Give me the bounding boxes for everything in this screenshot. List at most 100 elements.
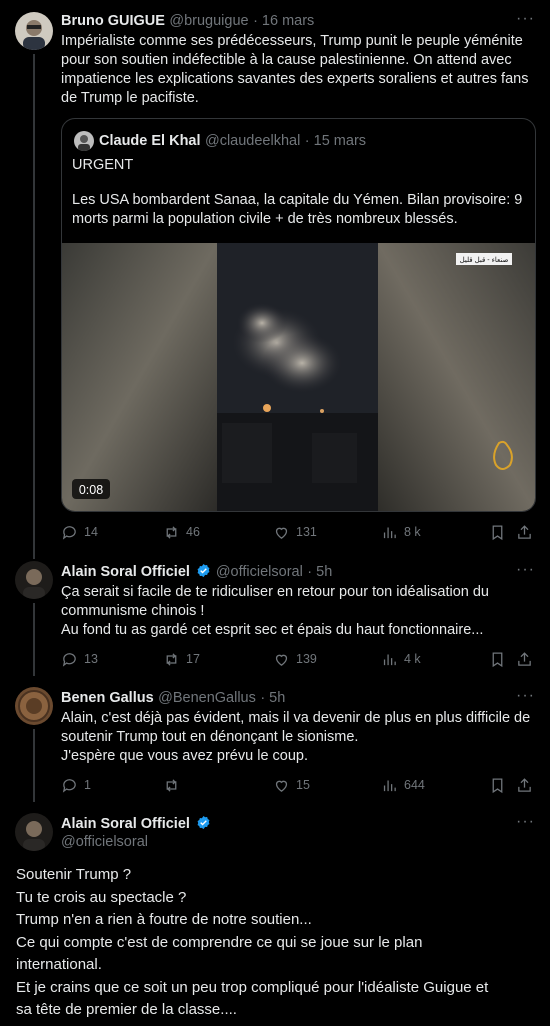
text-line: Alain, c'est déjà pas évident, mais il v… [61,710,531,726]
reply-button[interactable]: 14 [61,522,98,542]
text-line: Trump n'en a rien à foutre de notre sout… [16,911,312,928]
views-count: 4 k [404,652,421,666]
quote-text: Les USA bombardent Sanaa, la capitale du… [72,191,527,229]
post-time[interactable]: · 5h [307,564,332,580]
share-button[interactable] [516,522,533,542]
post-actions: 14 46 131 8 k [61,522,541,542]
post-actions: 13 17 139 4 k [61,649,541,669]
bookmark-icon [492,524,503,540]
text-line: Ce qui compte c'est de comprendre ce qui… [16,933,423,951]
like-button[interactable]: 131 [273,522,317,542]
reply-icon [62,652,76,667]
avatar-soral[interactable] [15,813,53,851]
author-name[interactable]: Alain Soral Officiel [61,564,190,580]
like-icon [275,527,288,539]
author-handle[interactable]: @BenenGallus [158,690,256,706]
text-line: impatience les explications savantes des… [61,71,529,87]
share-icon [518,524,531,539]
quoted-post[interactable]: Claude El Khal @claudeelkhal · 15 mars U… [61,118,536,512]
quote-header: Claude El Khal @claudeelkhal · 15 mars [99,132,366,150]
views-button[interactable]: 8 k [381,522,421,542]
more-horizontal-icon[interactable]: ··· [516,10,535,28]
text-line: Au fond tu as gardé cet esprit sec et ép… [61,622,484,638]
video-location-tag: صنعاء - قبل قليل [460,256,509,264]
post-text: Impérialiste comme ses prédécesseurs, Tr… [61,32,541,108]
repost-count: 46 [186,525,200,539]
avatar-bruno[interactable] [15,12,53,50]
avatar-soral[interactable] [15,561,53,599]
quote-time: · 15 mars [304,133,367,149]
author-handle[interactable]: @officielsoral [216,564,303,580]
bookmark-button[interactable] [489,649,506,669]
repost-button[interactable]: 17 [163,649,200,669]
post-header: Alain Soral Officiel @officielsoral · 5h [61,563,332,581]
more-horizontal-icon[interactable]: ··· [516,561,535,579]
like-count: 139 [296,652,317,666]
repost-icon [166,525,177,539]
text-line: Les USA bombardent Sanaa, la capitale du… [72,192,523,208]
post-time[interactable]: · 5h [260,690,285,706]
bookmark-button[interactable] [489,522,506,542]
views-count: 8 k [404,525,421,539]
reply-count: 13 [84,652,98,666]
verified-badge-icon [197,815,210,830]
verified-badge-icon [197,563,210,578]
text-line: communisme chinois ! [61,603,205,619]
bookmark-button[interactable] [489,775,506,795]
text-line: Et je crains que ce soit un peu trop com… [16,978,489,996]
reply-count: 1 [84,778,91,792]
post-time[interactable]: · 16 mars [253,13,314,29]
post-text: Soutenir Trump ? Tu te crois au spectacl… [16,864,536,1022]
views-button[interactable]: 4 k [381,649,421,669]
repost-icon [166,652,177,666]
share-button[interactable] [516,775,533,795]
post-header: Bruno GUIGUE @bruguigue · 16 mars [61,12,314,30]
thread-line [33,729,35,802]
reply-count: 14 [84,525,98,539]
author-handle[interactable]: @bruguigue [169,13,248,29]
bookmark-icon [492,777,503,793]
post-text: Alain, c'est déjà pas évident, mais il v… [61,709,541,766]
like-count: 131 [296,525,317,539]
text-line: Impérialiste comme ses prédécesseurs, Tr… [61,33,523,49]
post-header: Alain Soral Officiel [61,815,211,833]
reply-icon [62,525,76,540]
more-horizontal-icon[interactable]: ··· [516,813,535,831]
more-horizontal-icon[interactable]: ··· [516,687,535,705]
like-icon [275,780,288,792]
text-line: international. [16,956,102,973]
reply-button[interactable]: 13 [61,649,98,669]
author-name[interactable]: Alain Soral Officiel [61,816,190,832]
like-button[interactable]: 15 [273,775,310,795]
repost-count: 17 [186,652,200,666]
video-player[interactable]: صنعاء - قبل قليل 0:08 [62,243,535,511]
author-name[interactable]: Benen Gallus [61,690,154,706]
text-line: sa tête de premier de la classe.... [16,1001,237,1018]
views-icon [383,780,396,791]
text-line: Tu te crois au spectacle ? [16,888,187,906]
repost-button[interactable]: 46 [163,522,200,542]
quote-urgent: URGENT [72,157,134,173]
author-handle[interactable]: @officielsoral [61,834,148,850]
video-duration: 0:08 [79,483,103,497]
post-text: Ça serait si facile de te ridiculiser en… [61,583,541,640]
views-icon [383,654,396,665]
like-button[interactable]: 139 [273,649,317,669]
bookmark-icon [492,651,503,667]
share-icon [518,777,531,792]
avatar-benen[interactable] [15,687,53,725]
like-count: 15 [296,778,310,792]
author-name[interactable]: Bruno GUIGUE [61,13,165,29]
quote-author-handle: @claudeelkhal [204,133,301,149]
thread-line [33,54,35,559]
views-button[interactable]: 644 [381,775,425,795]
share-button[interactable] [516,649,533,669]
reply-button[interactable]: 1 [61,775,91,795]
thread-line [33,603,35,676]
views-icon [383,527,396,538]
share-icon [518,651,531,666]
repost-button[interactable] [163,775,186,795]
text-line: de Trump le pacifiste. [61,90,199,106]
quote-author-name: Claude El Khal [99,133,201,149]
like-icon [275,654,288,666]
